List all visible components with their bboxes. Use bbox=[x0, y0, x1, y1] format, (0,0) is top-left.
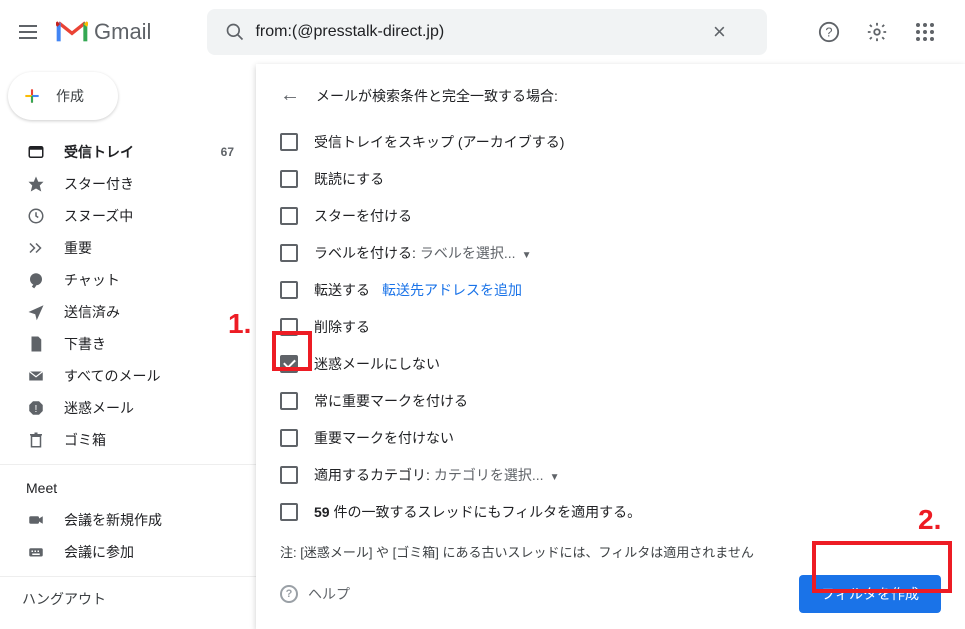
nav-list: 受信トレイ 67 スター付き スヌーズ中 重要 チャット 送信済み bbox=[0, 136, 256, 456]
filter-never-spam[interactable]: 迷惑メールにしない bbox=[280, 345, 941, 382]
help-icon: ? bbox=[280, 585, 298, 603]
add-forward-address[interactable]: 転送先アドレスを追加 bbox=[382, 280, 522, 300]
checkbox[interactable] bbox=[280, 429, 298, 447]
clock-icon bbox=[26, 207, 46, 225]
filter-delete[interactable]: 削除する bbox=[280, 308, 941, 345]
filter-star[interactable]: スターを付ける bbox=[280, 197, 941, 234]
nav-chat[interactable]: チャット bbox=[0, 264, 256, 296]
filter-skip-inbox[interactable]: 受信トレイをスキップ (アーカイブする) bbox=[280, 123, 941, 160]
dropdown-icon[interactable]: ▼ bbox=[550, 472, 560, 483]
camera-icon bbox=[26, 511, 46, 529]
chat-icon bbox=[26, 271, 46, 289]
category-select[interactable]: カテゴリを選択... bbox=[434, 467, 544, 483]
send-icon bbox=[26, 303, 46, 321]
filter-always-important[interactable]: 常に重要マークを付ける bbox=[280, 382, 941, 419]
filter-note: 注: [迷惑メール] や [ゴミ箱] にある古いスレッドには、フィルタは適用され… bbox=[280, 542, 941, 561]
filter-label[interactable]: ラベルを付ける:ラベルを選択...▼ bbox=[280, 234, 941, 271]
trash-icon bbox=[26, 431, 46, 449]
checkbox-checked[interactable] bbox=[280, 355, 298, 373]
meet-new[interactable]: 会議を新規作成 bbox=[0, 504, 256, 536]
checkbox[interactable] bbox=[280, 281, 298, 299]
support-icon[interactable]: ? bbox=[809, 12, 849, 52]
checkbox[interactable] bbox=[280, 133, 298, 151]
create-filter-button[interactable]: フィルタを作成 bbox=[799, 575, 941, 613]
nav-trash[interactable]: ゴミ箱 bbox=[0, 424, 256, 456]
compose-button[interactable]: 作成 bbox=[8, 72, 118, 120]
compose-label: 作成 bbox=[56, 86, 84, 106]
nav-snoozed[interactable]: スヌーズ中 bbox=[0, 200, 256, 232]
checkbox[interactable] bbox=[280, 207, 298, 225]
checkbox[interactable] bbox=[280, 170, 298, 188]
gmail-icon bbox=[56, 20, 88, 44]
filter-also-apply[interactable]: 59 件の一致するスレッドにもフィルタを適用する。 bbox=[280, 493, 941, 530]
svg-text:?: ? bbox=[825, 25, 832, 40]
filter-forward[interactable]: 転送する 転送先アドレスを追加 bbox=[280, 271, 941, 308]
gmail-logo[interactable]: Gmail bbox=[56, 19, 151, 45]
nav-sent[interactable]: 送信済み bbox=[0, 296, 256, 328]
filter-panel: ← メールが検索条件と完全一致する場合: 受信トレイをスキップ (アーカイブする… bbox=[256, 64, 965, 629]
gear-icon[interactable] bbox=[857, 12, 897, 52]
checkbox[interactable] bbox=[280, 466, 298, 484]
clear-search-icon[interactable]: × bbox=[699, 19, 739, 45]
checkbox[interactable] bbox=[280, 392, 298, 410]
sidebar: 作成 受信トレイ 67 スター付き スヌーズ中 重要 チャット bbox=[0, 64, 256, 618]
label-select[interactable]: ラベルを選択... bbox=[420, 245, 516, 261]
filter-title: メールが検索条件と完全一致する場合: bbox=[316, 86, 558, 106]
checkbox[interactable] bbox=[280, 244, 298, 262]
spam-icon: ! bbox=[26, 399, 46, 417]
inbox-icon bbox=[26, 143, 46, 161]
apps-icon[interactable] bbox=[905, 12, 945, 52]
filter-mark-read[interactable]: 既読にする bbox=[280, 160, 941, 197]
checkbox[interactable] bbox=[280, 503, 298, 521]
dropdown-icon[interactable]: ▼ bbox=[522, 250, 532, 261]
nav-allmail[interactable]: すべてのメール bbox=[0, 360, 256, 392]
search-icon[interactable] bbox=[215, 22, 255, 42]
nav-inbox[interactable]: 受信トレイ 67 bbox=[0, 136, 256, 168]
nav-important[interactable]: 重要 bbox=[0, 232, 256, 264]
hangout-heading: ハングアウト bbox=[0, 576, 256, 617]
mail-icon bbox=[26, 367, 46, 385]
file-icon bbox=[26, 335, 46, 353]
search-bar: × bbox=[207, 9, 767, 55]
header: Gmail × ? bbox=[0, 0, 965, 64]
meet-join[interactable]: 会議に参加 bbox=[0, 536, 256, 568]
gmail-text: Gmail bbox=[94, 19, 151, 45]
nav-spam[interactable]: ! 迷惑メール bbox=[0, 392, 256, 424]
main-menu-button[interactable] bbox=[16, 20, 40, 44]
svg-text:!: ! bbox=[35, 403, 38, 415]
checkbox[interactable] bbox=[280, 318, 298, 336]
back-arrow-icon[interactable]: ← bbox=[280, 84, 304, 107]
nav-starred[interactable]: スター付き bbox=[0, 168, 256, 200]
content-area: ← メールが検索条件と完全一致する場合: 受信トレイをスキップ (アーカイブする… bbox=[256, 64, 965, 618]
search-input[interactable] bbox=[255, 23, 699, 41]
inbox-count: 67 bbox=[221, 145, 234, 159]
filter-never-important[interactable]: 重要マークを付けない bbox=[280, 419, 941, 456]
plus-icon bbox=[22, 86, 42, 106]
star-icon bbox=[26, 175, 46, 193]
help-link[interactable]: ? ヘルプ bbox=[280, 584, 350, 604]
filter-category[interactable]: 適用するカテゴリ:カテゴリを選択...▼ bbox=[280, 456, 941, 493]
keyboard-icon bbox=[26, 543, 46, 561]
chevrons-icon bbox=[26, 239, 46, 257]
meet-heading: Meet bbox=[0, 472, 256, 504]
nav-drafts[interactable]: 下書き bbox=[0, 328, 256, 360]
